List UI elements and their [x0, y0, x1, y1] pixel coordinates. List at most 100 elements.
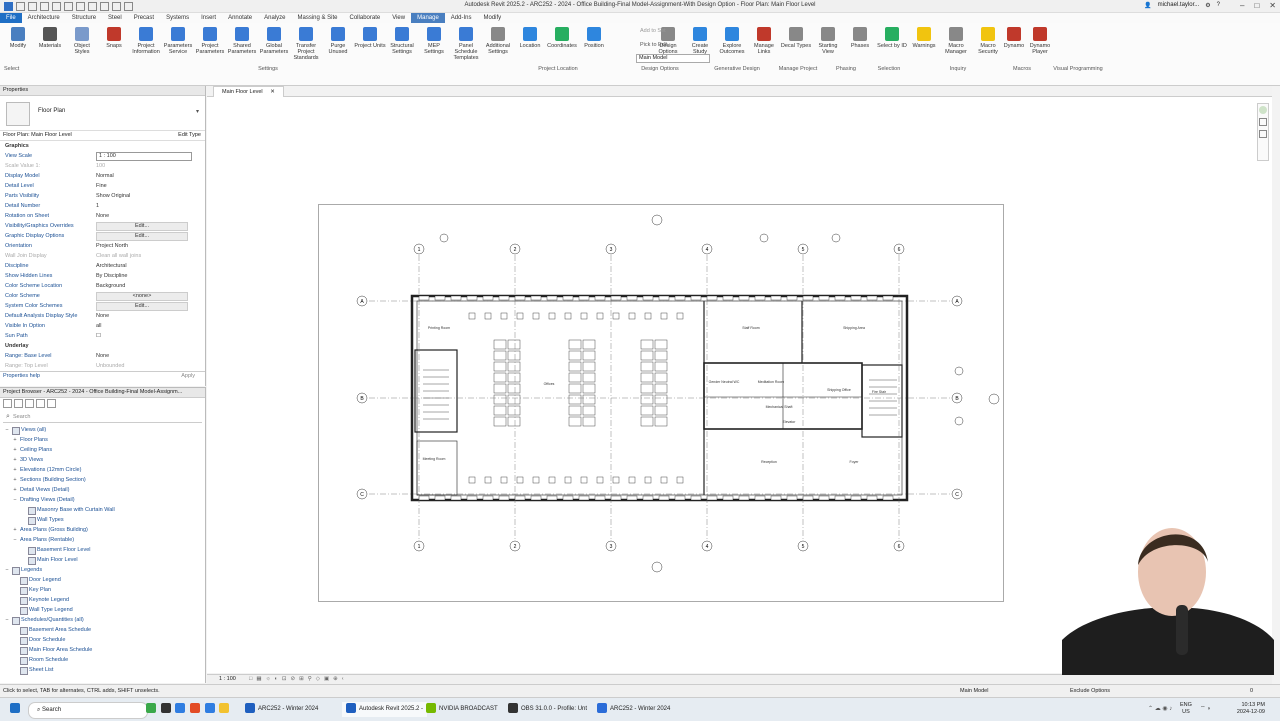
browser-tree-item[interactable]: Masonry Base with Curtain Wall [0, 505, 205, 515]
grid-bubble[interactable]: C [356, 488, 368, 500]
browser-tree-item[interactable]: − Schedules/Quantities (all) [0, 615, 205, 625]
browser-tree-item[interactable]: Sheet List [0, 665, 205, 675]
ribbon-button-project-information[interactable]: Project Information [130, 23, 162, 55]
expand-icon[interactable]: + [12, 465, 18, 475]
ribbon-tab-architecture[interactable]: Architecture [22, 13, 66, 23]
ribbon-button-snaps[interactable]: Snaps [98, 23, 130, 49]
grid-bubble[interactable]: 6 [893, 243, 905, 255]
ribbon-tab-view[interactable]: View [386, 13, 411, 23]
section-marker[interactable] [954, 366, 964, 376]
tab-main-floor-level[interactable]: Main Floor Level ✕ [213, 86, 284, 97]
ribbon-button-panel-schedule-templates[interactable]: Panel Schedule Templates [450, 23, 482, 61]
ribbon-tab-annotate[interactable]: Annotate [222, 13, 258, 23]
ribbon-button-phases[interactable]: Phases [844, 23, 876, 49]
folder-icon[interactable] [219, 703, 230, 714]
section-marker[interactable] [439, 233, 449, 243]
ribbon-button-transfer-project-standards[interactable]: Transfer Project Standards [290, 23, 322, 61]
room-tag[interactable]: Printing Room [428, 326, 450, 330]
room-tag[interactable]: Shipping Area [843, 326, 865, 330]
ribbon-tab-collaborate[interactable]: Collaborate [344, 13, 387, 23]
browser-tree-item[interactable]: Door Schedule [0, 635, 205, 645]
grid-bubble[interactable]: A [356, 295, 368, 307]
expand-icon[interactable]: + [12, 455, 18, 465]
grid-bubble[interactable]: 2 [509, 540, 521, 552]
ribbon-tab-file[interactable]: File [0, 13, 22, 23]
room-tag[interactable]: Shipping Office [827, 388, 851, 392]
section-marker[interactable] [759, 233, 769, 243]
close-icon[interactable]: ✕ [1269, 1, 1276, 10]
zoom-icon[interactable] [1259, 130, 1267, 138]
room-tag[interactable]: Foyer [850, 460, 860, 464]
expand-icon[interactable]: + [12, 475, 18, 485]
ribbon-tab-analyze[interactable]: Analyze [258, 13, 291, 23]
ribbon-button-decal-types[interactable]: Decal Types [780, 23, 812, 49]
ribbon-tab-massing-site[interactable]: Massing & Site [291, 13, 343, 23]
ribbon-button-additional-settings[interactable]: Additional Settings [482, 23, 514, 55]
grid-bubble[interactable]: 3 [605, 540, 617, 552]
exclude-options[interactable]: Exclude Options [1070, 685, 1110, 697]
ribbon-button-project-units[interactable]: Project Units [354, 23, 386, 49]
tray-icons[interactable]: ⌃ ☁ ◉ ♪ [1148, 702, 1172, 717]
filter-icon[interactable] [25, 399, 34, 408]
property-edit-button[interactable]: Edit... [96, 302, 188, 311]
grid-bubble[interactable]: 1 [413, 243, 425, 255]
ribbon-button-materials[interactable]: Materials [34, 23, 66, 49]
ribbon-tab-structure[interactable]: Structure [66, 13, 102, 23]
browser-tree-item[interactable]: + Floor Plans [0, 435, 205, 445]
room-tag[interactable]: Fire Stair [872, 390, 887, 394]
collapse-icon[interactable]: − [4, 615, 10, 625]
room-tag[interactable]: Meditation Room [758, 380, 785, 384]
browser-tree-item[interactable]: Key Plan [0, 585, 205, 595]
ribbon-button-modify[interactable]: Modify [2, 23, 34, 49]
pick-to-edit[interactable]: Pick to Edit [640, 42, 705, 48]
grid-bubble[interactable]: 5 [797, 540, 809, 552]
browser-tree-item[interactable]: Wall Type Legend [0, 605, 205, 615]
edge-icon[interactable] [175, 703, 186, 714]
ribbon-button-dynamo-player[interactable]: Dynamo Player [1024, 23, 1056, 55]
start-button[interactable] [10, 702, 23, 717]
active-model[interactable]: Main Model [960, 685, 988, 697]
property-edit-button[interactable]: Edit... [96, 222, 188, 231]
ribbon-tab-systems[interactable]: Systems [160, 13, 195, 23]
cart-icon[interactable]: ⚙ [1205, 2, 1210, 9]
ribbon-button-macro-manager[interactable]: Macro Manager [940, 23, 972, 55]
wheel-icon[interactable] [1259, 118, 1267, 126]
user-icon[interactable]: 👤 [1144, 2, 1151, 9]
ribbon-tab-steel[interactable]: Steel [102, 13, 128, 23]
expand-icon[interactable]: + [12, 435, 18, 445]
ribbon-tab-add-ins[interactable]: Add-Ins [445, 13, 478, 23]
browser-tree-item[interactable]: Keynote Legend [0, 595, 205, 605]
elevation-marker-south[interactable] [651, 561, 663, 573]
ribbon-button-position[interactable]: Position [578, 23, 610, 49]
ribbon-button-object-styles[interactable]: Object Styles [66, 23, 98, 55]
browser-tree-item[interactable]: + Ceiling Plans [0, 445, 205, 455]
browser-tree-item[interactable]: +3D Views [0, 455, 205, 465]
browser-tree-item[interactable]: + Area Plans (Gross Building) [0, 525, 205, 535]
expand-icon[interactable]: + [12, 445, 18, 455]
browser-tree-item[interactable]: Main Floor Area Schedule [0, 645, 205, 655]
ribbon-tab-precast[interactable]: Precast [128, 13, 160, 23]
ribbon-button-select-by-id[interactable]: Select by ID [876, 23, 908, 49]
expand-icon[interactable]: + [12, 485, 18, 495]
home-icon[interactable] [3, 399, 12, 408]
floor-plan-crop-region[interactable]: 1 1 2 2 3 3 4 4 5 5 6 6 A A B B C C Printing Room Offices M… [318, 204, 1004, 602]
taskbar-app[interactable]: OBS 31.0.0 - Profile: Unt [508, 702, 587, 717]
ribbon-button-location[interactable]: Location [514, 23, 546, 49]
property-edit-button[interactable]: Edit... [96, 232, 188, 241]
apply-button[interactable]: Apply [181, 373, 195, 379]
browser-tree-item[interactable]: − Drafting Views (Detail) [0, 495, 205, 505]
expand-icon[interactable] [47, 399, 56, 408]
ribbon-button-starting-view[interactable]: Starting View [812, 23, 844, 55]
user-name[interactable]: michael.taylor... [1158, 2, 1200, 9]
help-icon[interactable]: ? [1217, 2, 1220, 9]
grid-bubble[interactable]: C [951, 488, 963, 500]
grid-bubble[interactable]: 2 [509, 243, 521, 255]
collapse-icon[interactable]: − [12, 535, 18, 545]
room-tag[interactable]: Staff Room [742, 326, 760, 330]
elevation-marker-north[interactable] [651, 214, 663, 226]
minimize-icon[interactable]: – [1240, 1, 1244, 10]
list-icon[interactable] [14, 399, 23, 408]
properties-help-link[interactable]: Properties help [3, 373, 40, 379]
ribbon-tab-manage[interactable]: Manage [411, 13, 445, 23]
room-tag[interactable]: Gender Neutral WC [709, 380, 740, 384]
